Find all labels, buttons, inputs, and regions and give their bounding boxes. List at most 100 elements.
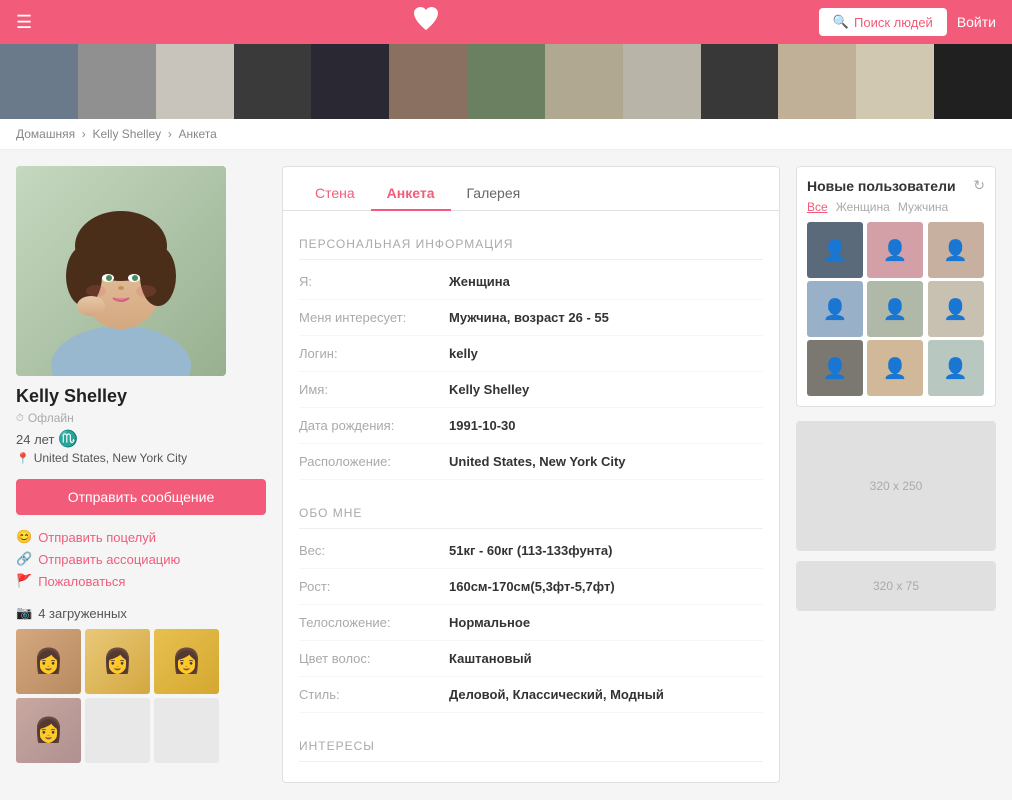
info-label: Я: — [299, 274, 449, 289]
filter-male[interactable]: Мужчина — [898, 200, 948, 214]
breadcrumb-current: Анкета — [179, 127, 217, 141]
photo-strip — [0, 44, 1012, 119]
tab-bar: Стена Анкета Галерея — [283, 167, 779, 211]
info-label: Рост: — [299, 579, 449, 594]
thumb-4[interactable]: 👩 — [16, 698, 81, 763]
main-container: Kelly Shelley ⏱ Офлайн 24 лет ♏ 📍 United… — [0, 150, 1012, 799]
info-value: United States, New York City — [449, 454, 626, 469]
strip-photo-7[interactable] — [467, 44, 545, 119]
camera-icon: 📷 — [16, 605, 32, 621]
photos-grid: 👩 👩 👩 👩 — [16, 629, 266, 763]
strip-photo-13[interactable] — [934, 44, 1012, 119]
offline-icon: ⏱ — [16, 413, 24, 424]
user-thumb-8[interactable]: 👤 — [867, 340, 923, 396]
report-link[interactable]: 🚩 Пожаловаться — [16, 573, 266, 589]
tab-gallery[interactable]: Галерея — [451, 177, 537, 211]
user-thumb-1[interactable]: 👤 — [807, 222, 863, 278]
info-label: Стиль: — [299, 687, 449, 702]
about-info-rows: Вес:51кг - 60кг (113-133фунта) Рост:160см… — [299, 533, 763, 713]
right-column: Новые пользователи ↻ Все Женщина Мужчина… — [796, 166, 996, 783]
interests-section-title: ИНТЕРЕСЫ — [299, 729, 763, 762]
send-kiss-link[interactable]: 😊 Отправить поцелуй — [16, 529, 266, 545]
tab-profile[interactable]: Анкета — [371, 177, 451, 211]
info-value: Деловой, Классический, Модный — [449, 687, 664, 702]
user-thumb-2[interactable]: 👤 — [867, 222, 923, 278]
strip-photo-9[interactable] — [623, 44, 701, 119]
refresh-icon[interactable]: ↻ — [973, 177, 985, 194]
menu-icon[interactable]: ☰ — [16, 12, 32, 33]
info-label: Расположение: — [299, 454, 449, 469]
thumb-6-empty — [154, 698, 219, 763]
breadcrumb: Домашняя › Kelly Shelley › Анкета — [0, 119, 1012, 150]
table-row: Рост:160см-170см(5,3фт-5,7фт) — [299, 569, 763, 605]
panel-header: Новые пользователи ↻ — [807, 177, 985, 194]
user-grid: 👤 👤 👤 👤 👤 👤 👤 👤 👤 — [807, 222, 985, 396]
strip-photo-1[interactable] — [0, 44, 78, 119]
info-label: Меня интересует: — [299, 310, 449, 325]
info-value: 1991-10-30 — [449, 418, 516, 433]
about-section-title: ОБО МНЕ — [299, 496, 763, 529]
site-header: ☰ 🔍 Поиск людей Войти — [0, 0, 1012, 44]
tab-wall[interactable]: Стена — [299, 177, 371, 211]
strip-photo-12[interactable] — [856, 44, 934, 119]
photos-header: 📷 4 загруженных — [16, 605, 266, 621]
info-value: 51кг - 60кг (113-133фунта) — [449, 543, 612, 558]
strip-photo-5[interactable] — [311, 44, 389, 119]
profile-photo — [16, 166, 226, 376]
flag-icon: 🚩 — [16, 573, 32, 589]
filter-tabs: Все Женщина Мужчина — [807, 200, 985, 214]
strip-photo-4[interactable] — [234, 44, 312, 119]
search-button[interactable]: 🔍 Поиск людей — [819, 8, 947, 36]
personal-section-title: ПЕРСОНАЛЬНАЯ ИНФОРМАЦИЯ — [299, 227, 763, 260]
table-row: Цвет волос:Каштановый — [299, 641, 763, 677]
info-value: Мужчина, возраст 26 - 55 — [449, 310, 609, 325]
info-value: Женщина — [449, 274, 510, 289]
thumb-5-empty — [85, 698, 150, 763]
strip-photo-11[interactable] — [778, 44, 856, 119]
table-row: Телосложение:Нормальное — [299, 605, 763, 641]
info-label: Телосложение: — [299, 615, 449, 630]
user-thumb-9[interactable]: 👤 — [928, 340, 984, 396]
strip-photo-6[interactable] — [389, 44, 467, 119]
table-row: Логин:kelly — [299, 336, 763, 372]
user-thumb-7[interactable]: 👤 — [807, 340, 863, 396]
photos-section: 📷 4 загруженных 👩 👩 👩 👩 — [16, 605, 266, 763]
user-thumb-3[interactable]: 👤 — [928, 222, 984, 278]
strip-photo-8[interactable] — [545, 44, 623, 119]
filter-female[interactable]: Женщина — [836, 200, 890, 214]
new-users-panel: Новые пользователи ↻ Все Женщина Мужчина… — [796, 166, 996, 407]
table-row: Стиль:Деловой, Классический, Модный — [299, 677, 763, 713]
thumb-1[interactable]: 👩 — [16, 629, 81, 694]
info-value: Каштановый — [449, 651, 532, 666]
strip-photo-3[interactable] — [156, 44, 234, 119]
thumb-2[interactable]: 👩 — [85, 629, 150, 694]
header-actions: 🔍 Поиск людей Войти — [819, 8, 996, 36]
user-thumb-6[interactable]: 👤 — [928, 281, 984, 337]
info-label: Цвет волос: — [299, 651, 449, 666]
table-row: Дата рождения:1991-10-30 — [299, 408, 763, 444]
location-icon: 📍 — [16, 452, 30, 465]
kiss-icon: 😊 — [16, 529, 32, 545]
strip-photo-2[interactable] — [78, 44, 156, 119]
assoc-icon: 🔗 — [16, 551, 32, 567]
login-button[interactable]: Войти — [957, 14, 996, 30]
breadcrumb-name[interactable]: Kelly Shelley — [92, 127, 161, 141]
send-message-button[interactable]: Отправить сообщение — [16, 479, 266, 515]
profile-status: ⏱ Офлайн — [16, 411, 266, 425]
table-row: Меня интересует:Мужчина, возраст 26 - 55 — [299, 300, 763, 336]
info-label: Дата рождения: — [299, 418, 449, 433]
thumb-3[interactable]: 👩 — [154, 629, 219, 694]
filter-all[interactable]: Все — [807, 200, 828, 214]
info-value: 160см-170см(5,3фт-5,7фт) — [449, 579, 615, 594]
strip-photo-10[interactable] — [701, 44, 779, 119]
breadcrumb-home[interactable]: Домашняя — [16, 127, 75, 141]
profile-name: Kelly Shelley — [16, 386, 266, 407]
profile-age: 24 лет ♏ — [16, 429, 266, 449]
user-thumb-4[interactable]: 👤 — [807, 281, 863, 337]
info-label: Вес: — [299, 543, 449, 558]
send-assoc-link[interactable]: 🔗 Отправить ассоциацию — [16, 551, 266, 567]
user-thumb-5[interactable]: 👤 — [867, 281, 923, 337]
left-column: Kelly Shelley ⏱ Офлайн 24 лет ♏ 📍 United… — [16, 166, 266, 783]
ad-large: 320 x 250 — [796, 421, 996, 551]
profile-content: ПЕРСОНАЛЬНАЯ ИНФОРМАЦИЯ Я:Женщина Меня ин… — [283, 211, 779, 782]
